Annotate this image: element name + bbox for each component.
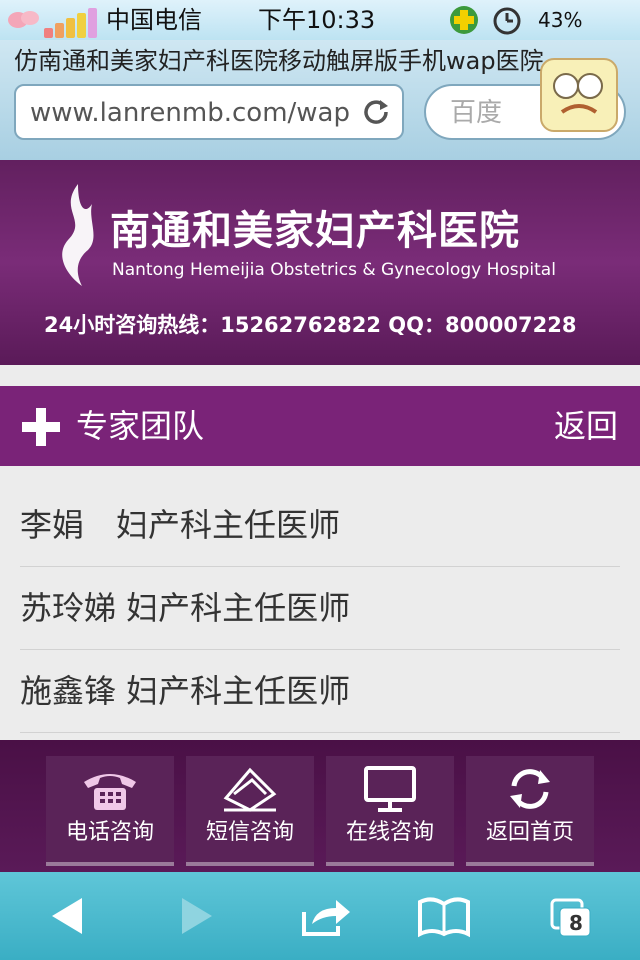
alarm-clock-icon [493, 7, 521, 35]
bookmarks-icon[interactable] [416, 892, 472, 940]
online-consult-label: 在线咨询 [345, 820, 434, 845]
hotline-text: 24小时咨询热线：15262762822 QQ：800007228 [44, 313, 577, 337]
sms-consult-label: 短信咨询 [205, 820, 294, 845]
feather-icon [8, 11, 39, 28]
hospital-logo-icon [62, 184, 94, 286]
reload-icon[interactable] [360, 96, 392, 128]
forward-arrow-icon[interactable] [168, 892, 224, 940]
tabs-button[interactable]: 8 [548, 892, 604, 940]
phone-consult-button[interactable]: 电话咨询 [46, 756, 174, 866]
search-placeholder: 百度 [450, 98, 503, 128]
home-label: 返回首页 [485, 820, 574, 845]
browser-address-bar: 仿南通和美家妇产科医院移动触屏版手机wap医院... www.lanrenmb.… [0, 40, 640, 160]
envelope-icon [223, 767, 277, 812]
url-text: www.lanrenmb.com/wap [30, 98, 350, 128]
battery-label: 43% [538, 8, 583, 32]
doctor-name: 李娟 妇产科主任医师 [20, 506, 341, 544]
consult-footer: 电话咨询 短信咨询 在线咨询 返回首页 [0, 740, 640, 872]
sms-consult-button[interactable]: 短信咨询 [186, 756, 314, 866]
phone-consult-label: 电话咨询 [65, 820, 154, 845]
browser-toolbar: 8 [0, 872, 640, 960]
back-arrow-icon[interactable] [44, 892, 100, 940]
url-field[interactable]: www.lanrenmb.com/wap [14, 84, 404, 140]
status-bar: 中国电信 下午10:33 43% [0, 0, 640, 40]
section-title: 专家团队 [76, 407, 205, 445]
hospital-name: 南通和美家妇产科医院 [110, 208, 520, 254]
back-link[interactable]: 返回 [554, 406, 618, 446]
section-header: 专家团队 返回 [0, 386, 640, 466]
clock: 下午10:33 [258, 6, 376, 34]
doctor-list: 李娟 妇产科主任医师 苏玲娣 妇产科主任医师 施鑫锋 妇产科主任医师 [0, 484, 640, 733]
online-consult-button[interactable]: 在线咨询 [326, 756, 454, 866]
tabs-count: 8 [569, 911, 583, 935]
monitor-icon [364, 766, 416, 812]
list-item[interactable]: 施鑫锋 妇产科主任医师 [20, 650, 620, 733]
face-icon [553, 73, 603, 114]
carrier-label: 中国电信 [106, 6, 202, 34]
hospital-name-en: Nantong Hemeijia Obstetrics & Gynecology… [112, 260, 556, 280]
signal-icon [44, 8, 98, 38]
phone-icon [84, 774, 136, 810]
home-button[interactable]: 返回首页 [466, 756, 594, 866]
page-title: 仿南通和美家妇产科医院移动触屏版手机wap医院... [14, 47, 567, 75]
app-icon [450, 6, 478, 34]
avatar[interactable] [540, 58, 618, 132]
share-icon[interactable] [298, 892, 354, 940]
hospital-banner: 南通和美家妇产科医院 Nantong Hemeijia Obstetrics &… [0, 160, 640, 365]
list-item[interactable]: 苏玲娣 妇产科主任医师 [20, 567, 620, 650]
plus-icon [22, 408, 60, 446]
doctor-name: 施鑫锋 妇产科主任医师 [20, 672, 351, 710]
doctor-name: 苏玲娣 妇产科主任医师 [20, 589, 351, 627]
list-item[interactable]: 李娟 妇产科主任医师 [20, 484, 620, 567]
refresh-icon [510, 769, 550, 809]
